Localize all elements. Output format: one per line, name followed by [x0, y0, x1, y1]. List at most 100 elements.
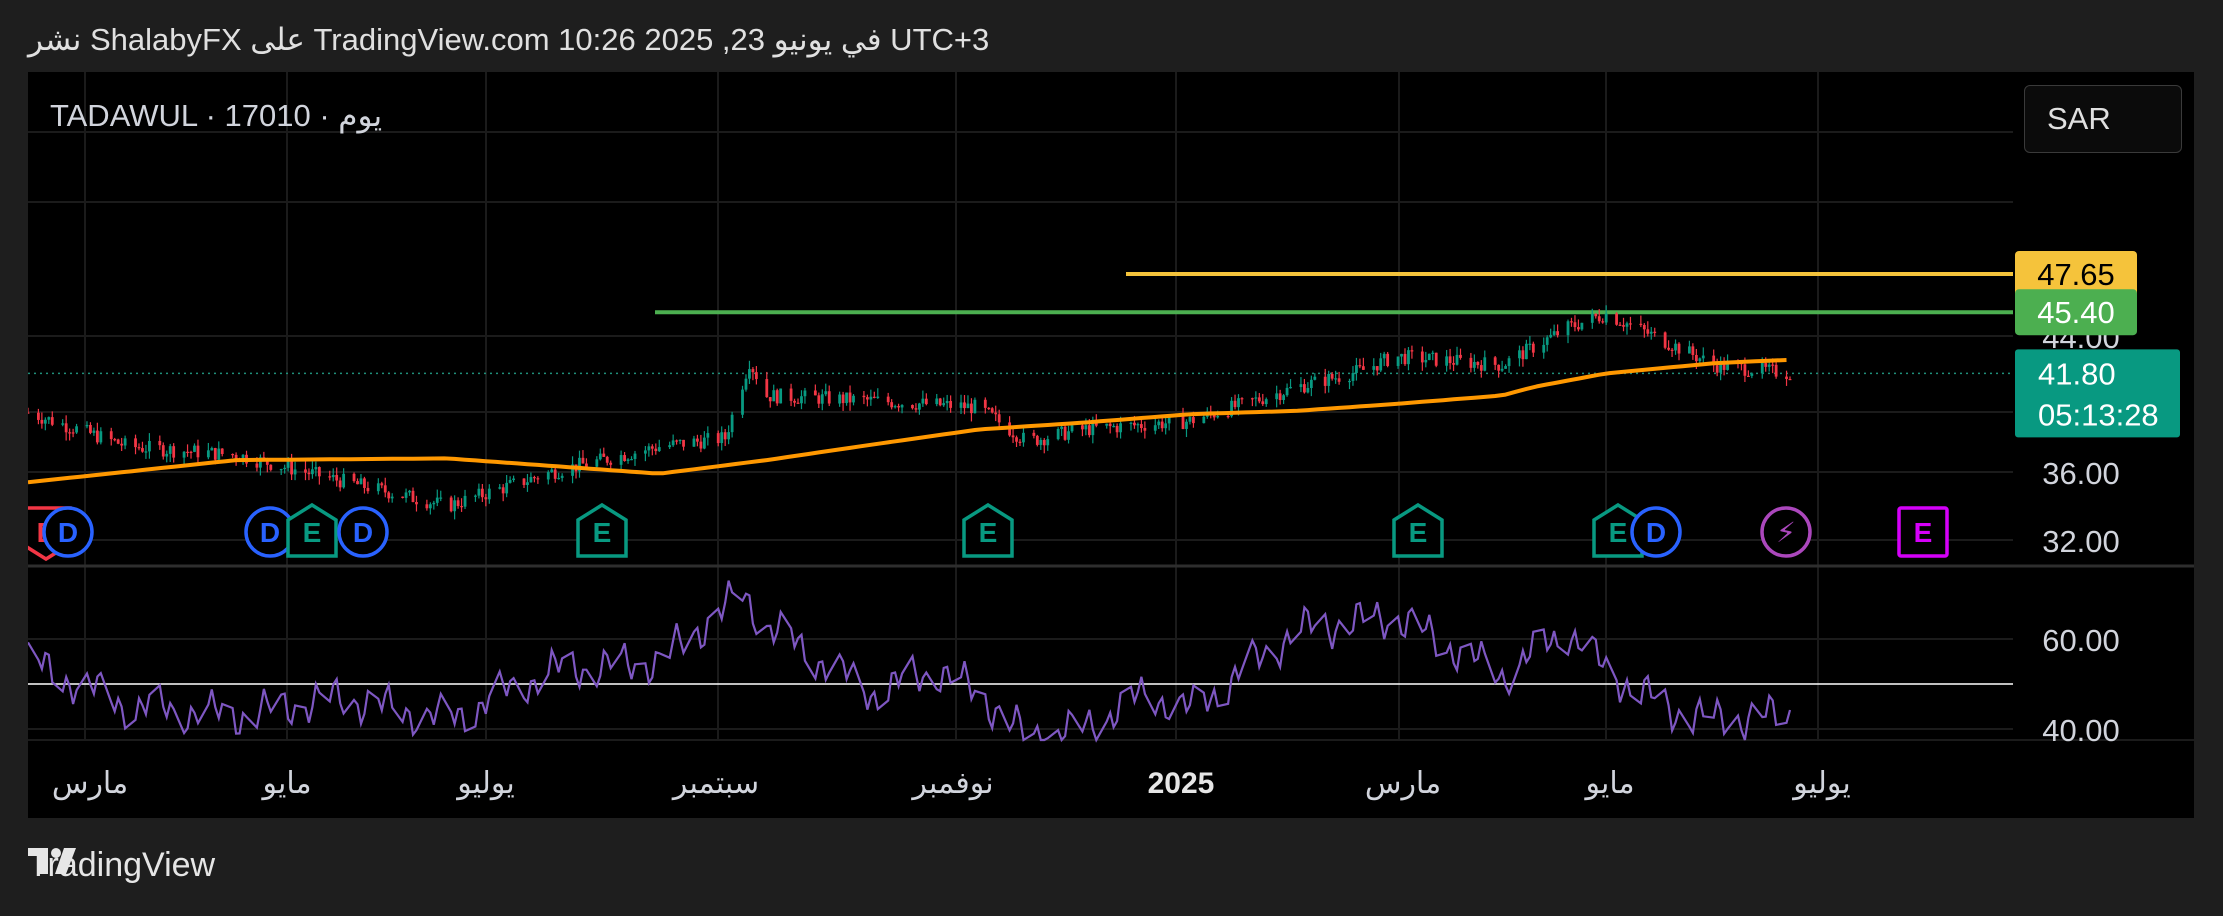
candle-body-114	[581, 457, 585, 464]
candle-body-294	[1455, 354, 1459, 365]
candle-body-98	[505, 482, 509, 494]
candle-body-204	[1018, 441, 1022, 443]
candle-body-92	[477, 488, 481, 496]
candle-body-239	[1188, 417, 1192, 422]
candle-body-71	[376, 483, 380, 492]
event-marker-11[interactable]: E	[1897, 506, 1949, 558]
candle-body-331	[1639, 323, 1643, 326]
candle-body-140	[706, 433, 710, 438]
candle-body-23	[141, 448, 144, 452]
candle-body-40	[220, 448, 224, 454]
candle-body-102	[526, 482, 529, 485]
chart-svg[interactable]: EDDEDEEEED⚡E44.0036.0032.0060.0040.0047.…	[28, 72, 2194, 818]
candle-body-200	[997, 414, 1001, 423]
candle-body-0	[28, 412, 30, 414]
candle-body-249	[1237, 398, 1240, 408]
event-marker-label-10: ⚡	[1776, 517, 1796, 548]
candle-body-160	[803, 390, 807, 397]
candle-body-338	[1670, 349, 1674, 351]
candle-body-58	[311, 469, 314, 475]
candle-body-103	[529, 477, 533, 483]
candle-body-4	[47, 417, 51, 420]
candle-body-107	[550, 469, 554, 473]
candle-body-56	[304, 469, 307, 473]
candle-body-245	[1216, 415, 1220, 418]
event-marker-4[interactable]: D	[337, 506, 389, 558]
candle-body-61	[328, 476, 332, 478]
candle-body-35	[196, 445, 200, 458]
candle-body-263	[1306, 388, 1310, 393]
candle-body-5	[50, 417, 54, 425]
candle-body-64	[338, 480, 342, 488]
candle-body-298	[1476, 361, 1480, 366]
event-marker-5[interactable]: E	[576, 502, 628, 558]
candle-body-287	[1424, 359, 1428, 363]
candle-body-142	[720, 432, 724, 444]
candle-body-184	[921, 398, 925, 404]
candle-body-341	[1688, 346, 1691, 354]
candle-body-59	[314, 467, 318, 470]
candle-body-318	[1573, 322, 1577, 328]
candle-body-268	[1330, 373, 1334, 379]
event-marker-6[interactable]: E	[962, 502, 1014, 558]
candle-body-132	[671, 440, 675, 446]
candle-body-138	[699, 441, 703, 449]
candle-body-302	[1497, 364, 1501, 371]
candle-body-170	[852, 395, 855, 403]
candle-body-219	[1091, 422, 1095, 436]
x-tick-5: 2025	[1148, 767, 1215, 800]
candle-body-133	[675, 440, 679, 442]
candle-body-205	[1022, 432, 1025, 443]
price-tick-2: 32.00	[2042, 524, 2120, 559]
candle-body-32	[186, 451, 189, 453]
candle-body-216	[1081, 425, 1084, 430]
candle-body-312	[1545, 337, 1549, 345]
candle-body-87	[453, 500, 457, 512]
candle-body-175	[876, 396, 880, 398]
candle-body-158	[796, 402, 800, 404]
candle-body-189	[945, 401, 949, 404]
candle-body-255	[1264, 399, 1268, 405]
candle-body-295	[1459, 354, 1462, 358]
currency-button[interactable]: SAR	[2024, 85, 2182, 153]
candle-body-215	[1070, 425, 1074, 432]
candle-body-167	[841, 394, 845, 404]
event-marker-3[interactable]: E	[286, 502, 338, 558]
candle-body-46	[255, 463, 259, 468]
tradingview-logo[interactable]: TradingView	[28, 846, 215, 885]
event-marker-9[interactable]: D	[1630, 506, 1682, 558]
candle-body-230	[1143, 428, 1147, 431]
candle-body-266	[1323, 376, 1327, 386]
candle-body-284	[1407, 350, 1410, 365]
candle-body-119	[605, 456, 609, 463]
x-tick-4: نوفمبر	[910, 767, 993, 800]
candle-body-127	[647, 446, 651, 451]
candle-body-130	[657, 447, 661, 452]
candle-body-13	[92, 430, 96, 433]
candle-body-15	[99, 431, 103, 443]
candle-body-265	[1313, 376, 1317, 380]
candle-body-63	[335, 474, 339, 481]
candle-body-271	[1348, 380, 1351, 383]
candle-body-29	[168, 446, 172, 454]
chart-panel[interactable]: EDDEDEEEED⚡E44.0036.0032.0060.0040.0047.…	[28, 72, 2194, 818]
event-marker-1[interactable]: D	[42, 506, 94, 558]
candle-body-345	[1701, 355, 1705, 359]
event-marker-10[interactable]: ⚡	[1760, 506, 1812, 558]
candle-body-177	[890, 402, 894, 408]
candle-body-320	[1580, 322, 1584, 330]
candle-body-223	[1112, 425, 1116, 428]
candle-body-136	[692, 438, 696, 447]
candle-body-262	[1303, 384, 1306, 393]
candle-body-283	[1403, 353, 1407, 365]
event-marker-7[interactable]: E	[1392, 502, 1444, 558]
candle-body-129	[654, 448, 658, 452]
candle-body-335	[1653, 331, 1657, 333]
candle-body-134	[678, 439, 682, 442]
candle-body-73	[383, 485, 387, 493]
candle-body-33	[189, 451, 193, 454]
candle-body-261	[1299, 384, 1303, 387]
candle-body-169	[848, 392, 852, 403]
candle-body-52	[283, 467, 287, 470]
candle-body-306	[1518, 350, 1521, 359]
